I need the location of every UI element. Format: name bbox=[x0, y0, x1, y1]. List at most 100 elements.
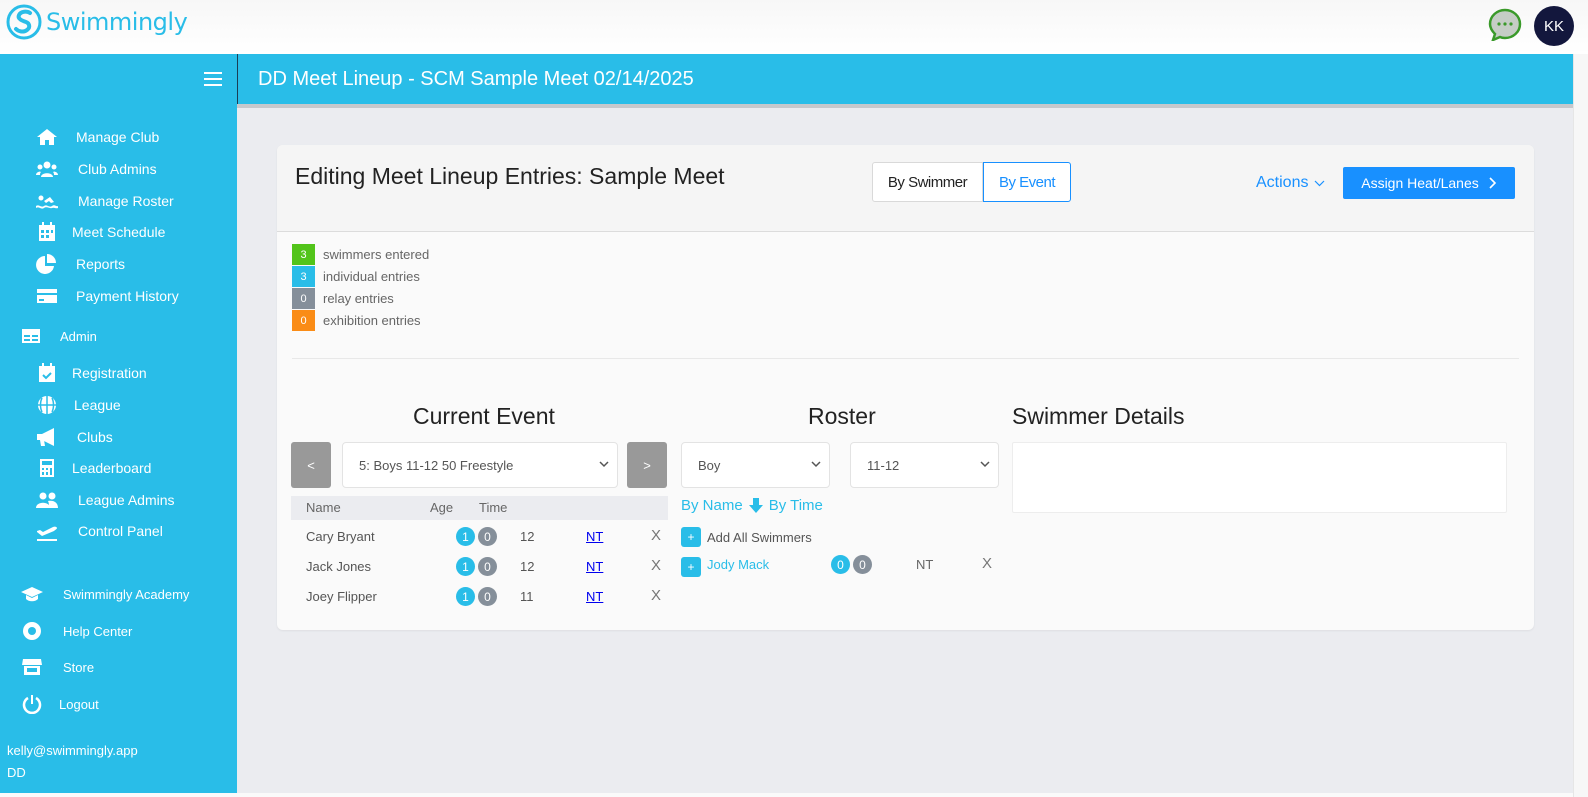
sidebar-item-meet-schedule[interactable]: Meet Schedule bbox=[36, 222, 165, 242]
add-swimmer-button[interactable]: + bbox=[681, 557, 701, 577]
next-event-button[interactable]: > bbox=[627, 442, 667, 488]
swimmer-details-panel bbox=[1012, 442, 1507, 513]
calendar-icon bbox=[36, 222, 58, 242]
calendar-check-icon bbox=[36, 363, 58, 383]
sidebar-item-payment-history[interactable]: Payment History bbox=[36, 286, 179, 306]
swimmer-icon bbox=[36, 191, 58, 211]
column-age: Age bbox=[430, 500, 454, 515]
stat-individual-entries: 3 individual entries bbox=[292, 266, 420, 287]
power-icon bbox=[21, 694, 43, 714]
roster-swimmer-name[interactable]: Jody Mack bbox=[707, 557, 769, 572]
entry-name: Joey Flipper bbox=[306, 589, 377, 604]
sidebar-item-control-panel[interactable]: Control Panel bbox=[36, 521, 163, 541]
logo[interactable]: Swimmingly bbox=[6, 4, 188, 40]
graduation-cap-icon bbox=[21, 584, 43, 604]
hamburger-icon[interactable] bbox=[204, 72, 222, 86]
sidebar-item-registration[interactable]: Registration bbox=[36, 363, 147, 383]
chevron-right-icon bbox=[1489, 177, 1496, 189]
view-toggle: By Swimmer By Event bbox=[872, 162, 1071, 202]
lineup-card: Editing Meet Lineup Entries: Sample Meet… bbox=[277, 145, 1534, 630]
swimmer-badge-relay: 0 bbox=[853, 555, 872, 574]
actions-dropdown[interactable]: Actions bbox=[1256, 174, 1325, 192]
sidebar-item-clubs[interactable]: Clubs bbox=[36, 427, 113, 447]
swimmer-details-heading: Swimmer Details bbox=[1012, 403, 1185, 429]
sidebar-item-manage-club[interactable]: Manage Club bbox=[36, 127, 159, 147]
add-all-swimmers-label: Add All Swimmers bbox=[707, 529, 812, 545]
entry-time-link[interactable]: NT bbox=[586, 529, 603, 544]
sidebar-item-leaderboard[interactable]: Leaderboard bbox=[36, 458, 151, 478]
sidebar-item-label: Clubs bbox=[77, 429, 113, 445]
remove-swimmer-button[interactable]: X bbox=[982, 555, 992, 572]
calculator-icon bbox=[36, 458, 58, 478]
remove-entry-button[interactable]: X bbox=[651, 587, 661, 604]
roster-swimmer-row: + Jody Mack 0 0 NT X bbox=[681, 550, 1001, 580]
sidebar-item-reports[interactable]: Reports bbox=[36, 254, 125, 274]
stat-count: 3 bbox=[292, 244, 315, 265]
top-bar: Swimmingly KK bbox=[0, 0, 1588, 54]
sidebar-item-label: Help Center bbox=[63, 623, 133, 639]
entry-age: 11 bbox=[520, 589, 534, 604]
swimmer-badge-individual: 0 bbox=[831, 555, 850, 574]
sidebar-item-label: Control Panel bbox=[78, 523, 163, 539]
card-title: Editing Meet Lineup Entries: Sample Meet bbox=[295, 163, 725, 189]
current-event-heading: Current Event bbox=[413, 403, 555, 429]
entry-time-link[interactable]: NT bbox=[586, 589, 603, 604]
entry-badge-individual: 1 bbox=[456, 527, 475, 546]
actions-label: Actions bbox=[1256, 174, 1309, 191]
sidebar-item-league[interactable]: League bbox=[36, 395, 121, 415]
user-friends-icon bbox=[36, 490, 58, 510]
entry-name: Jack Jones bbox=[306, 559, 372, 574]
scrollbar-track[interactable] bbox=[1573, 54, 1588, 797]
remove-entry-button[interactable]: X bbox=[651, 557, 661, 574]
plane-departure-icon bbox=[36, 521, 58, 541]
remove-entry-button[interactable]: X bbox=[651, 527, 661, 544]
age-filter-select[interactable]: 11-12 bbox=[850, 442, 999, 488]
chat-bubble-icon[interactable] bbox=[1488, 8, 1522, 41]
swimmingly-logo-icon bbox=[6, 4, 42, 40]
club-code: DD bbox=[7, 765, 26, 780]
credit-card-icon bbox=[36, 286, 58, 306]
sidebar-item-label: Store bbox=[63, 659, 95, 675]
sort-by-time-link[interactable]: By Time bbox=[769, 497, 823, 514]
stat-count: 3 bbox=[292, 266, 315, 287]
user-avatar[interactable]: KK bbox=[1534, 6, 1574, 46]
prev-event-button[interactable]: < bbox=[291, 442, 331, 488]
add-all-swimmers-button[interactable]: + bbox=[681, 527, 701, 547]
entry-name: Cary Bryant bbox=[306, 529, 375, 544]
sidebar-item-league-admins[interactable]: League Admins bbox=[36, 490, 175, 510]
life-ring-icon bbox=[21, 621, 43, 641]
entry-row: Cary Bryant 1 0 12 NT X bbox=[291, 522, 668, 552]
stat-count: 0 bbox=[292, 288, 315, 309]
entries-table-header: Name Age Time bbox=[291, 496, 668, 520]
stat-exhibition-entries: 0 exhibition entries bbox=[292, 310, 421, 331]
sidebar-item-label: Leaderboard bbox=[72, 460, 152, 476]
assign-heat-lanes-button[interactable]: Assign Heat/Lanes bbox=[1343, 167, 1515, 199]
sidebar-item-label: Meet Schedule bbox=[72, 224, 166, 240]
by-swimmer-tab[interactable]: By Swimmer bbox=[872, 162, 983, 202]
stat-label: swimmers entered bbox=[323, 247, 430, 262]
user-email: kelly@swimmingly.app bbox=[7, 743, 138, 758]
stat-swimmers-entered: 3 swimmers entered bbox=[292, 244, 429, 265]
sidebar-item-logout[interactable]: Logout bbox=[21, 694, 99, 714]
entry-time-link[interactable]: NT bbox=[586, 559, 603, 574]
entry-badge-individual: 1 bbox=[456, 557, 475, 576]
event-select[interactable]: 5: Boys 11-12 50 Freestyle bbox=[342, 442, 618, 488]
sidebar-item-label: League Admins bbox=[78, 492, 175, 508]
sidebar-item-manage-roster[interactable]: Manage Roster bbox=[36, 191, 174, 211]
arrow-down-icon[interactable] bbox=[748, 498, 763, 513]
sidebar-item-swimmingly-academy[interactable]: Swimmingly Academy bbox=[21, 584, 189, 604]
by-event-tab[interactable]: By Event bbox=[983, 162, 1071, 202]
roster-sort: By Name By Time bbox=[681, 497, 823, 514]
sidebar-section-admin[interactable]: Admin bbox=[20, 326, 97, 346]
sort-by-name-link[interactable]: By Name bbox=[681, 497, 743, 514]
column-name: Name bbox=[306, 500, 341, 515]
swimmer-time: NT bbox=[916, 557, 934, 572]
gender-filter-select[interactable]: Boy bbox=[681, 442, 830, 488]
sidebar-item-store[interactable]: Store bbox=[21, 657, 94, 677]
stat-count: 0 bbox=[292, 310, 315, 331]
assign-label: Assign Heat/Lanes bbox=[1361, 175, 1479, 191]
pie-chart-icon bbox=[36, 254, 58, 274]
sidebar-item-club-admins[interactable]: Club Admins bbox=[36, 159, 157, 179]
entry-badge-individual: 1 bbox=[456, 587, 475, 606]
sidebar-item-help-center[interactable]: Help Center bbox=[21, 621, 132, 641]
